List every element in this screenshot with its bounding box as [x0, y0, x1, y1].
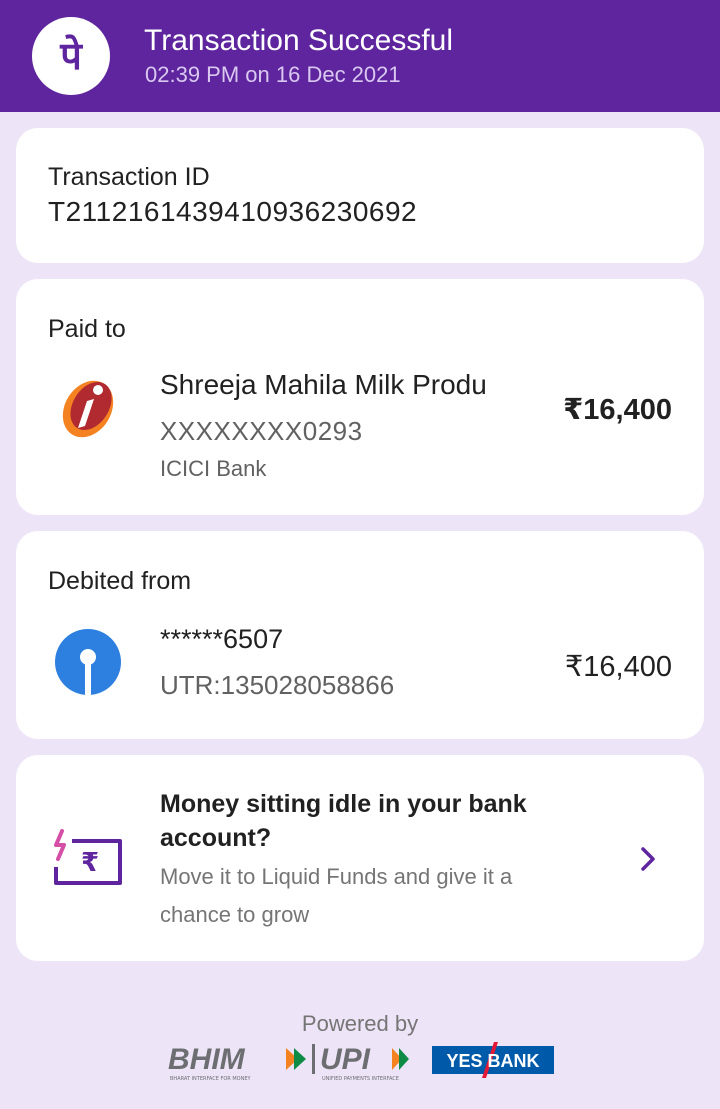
chevron-right-icon[interactable]: [636, 845, 660, 873]
powered-by-label: Powered by: [301, 1011, 419, 1036]
transaction-timestamp: 02:39 PM on 16 Dec 2021: [145, 62, 401, 87]
transaction-id-card[interactable]: Transaction ID T2112161439410936230692: [16, 128, 704, 263]
debited-amount: ₹16,400: [564, 651, 672, 683]
svg-text:₹: ₹: [81, 848, 99, 878]
sbi-bank-icon: [54, 628, 122, 696]
upi-logo-text: UPI: [320, 1043, 371, 1076]
bhim-logo-text: BHIM: [168, 1043, 246, 1076]
paid-to-card[interactable]: Paid to Shreeja Mahila Milk Produ XXXXXX…: [16, 279, 704, 515]
transaction-id-label: Transaction ID: [48, 163, 210, 191]
transaction-header: पे Transaction Successful 02:39 PM on 16…: [0, 0, 720, 112]
yes-bank-text: YES BANK: [446, 1051, 539, 1071]
payee-account-number: XXXXXXXX0293: [160, 416, 363, 446]
paid-to-label: Paid to: [48, 315, 126, 343]
bhim-tagline: BHARAT INTERFACE FOR MONEY: [170, 1076, 251, 1082]
icici-bank-icon: [56, 376, 120, 440]
debit-account-number: ******6507: [160, 624, 284, 654]
paid-amount: ₹16,400: [563, 394, 672, 426]
svg-text:पे: पे: [59, 34, 83, 78]
promo-title: Money sitting idle in your bank account?: [160, 790, 527, 852]
bhim-upi-logo: BHIM BHARAT INTERFACE FOR MONEY UPI UNIF…: [166, 1038, 416, 1084]
page-title: Transaction Successful: [144, 24, 454, 57]
payee-bank-name: ICICI Bank: [160, 456, 267, 481]
debited-from-card[interactable]: Debited from ******6507 UTR:135028058866…: [16, 531, 704, 739]
promo-description: Move it to Liquid Funds and give it a ch…: [160, 864, 513, 927]
debited-from-label: Debited from: [48, 567, 192, 595]
yes-bank-logo: YES BANK: [432, 1038, 554, 1084]
payee-name: Shreeja Mahila Milk Produ: [160, 369, 487, 400]
transaction-id-value[interactable]: T2112161439410936230692: [48, 196, 417, 228]
phonepe-logo-icon: पे: [32, 17, 110, 95]
utr-number: UTR:135028058866: [160, 670, 395, 700]
liquid-funds-promo-card[interactable]: ₹ Money sitting idle in your bank accoun…: [16, 755, 704, 961]
upi-tagline: UNIFIED PAYMENTS INTERFACE: [322, 1076, 399, 1082]
rupee-card-icon: ₹: [52, 827, 124, 889]
